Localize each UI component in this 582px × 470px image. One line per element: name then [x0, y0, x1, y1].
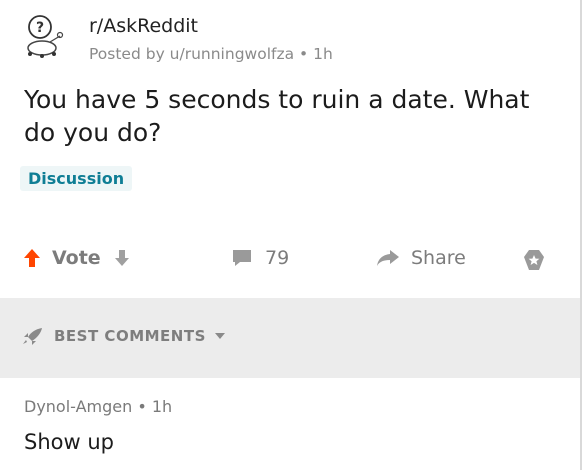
share-button[interactable]: Share: [375, 247, 466, 269]
upvote-arrow-icon[interactable]: [22, 247, 42, 269]
chevron-down-icon: [214, 332, 226, 340]
post-card: ? r/AskReddit Posted by u/runningwolfza …: [0, 0, 582, 298]
rocket-icon: [22, 327, 44, 345]
share-label: Share: [411, 247, 466, 269]
askreddit-mascot-icon[interactable]: ?: [20, 14, 64, 60]
downvote-arrow-icon[interactable]: [113, 248, 131, 268]
comment-sort-dropdown[interactable]: BEST COMMENTS: [22, 327, 226, 345]
comments-button[interactable]: 79: [231, 247, 289, 269]
comment-sort-label: BEST COMMENTS: [54, 327, 206, 345]
comment-meta[interactable]: Dynol-Amgen • 1h: [24, 397, 172, 416]
award-icon: [523, 249, 545, 271]
share-arrow-icon: [375, 248, 401, 268]
vote-label: Vote: [52, 247, 101, 269]
post-flair[interactable]: Discussion: [20, 166, 133, 191]
post-title[interactable]: You have 5 seconds to ruin a date. What …: [24, 83, 564, 149]
award-button[interactable]: [523, 249, 545, 271]
post-meta: Posted by u/runningwolfza • 1h: [89, 45, 333, 63]
vote-group: Vote: [22, 247, 131, 269]
post-actions-bar: Vote 79 Share: [0, 238, 582, 284]
subreddit-name[interactable]: r/AskReddit: [89, 15, 198, 37]
svg-text:?: ?: [36, 20, 44, 36]
comment-bubble-icon: [231, 248, 253, 268]
comment-body: Show up: [24, 430, 114, 454]
comments-count: 79: [265, 247, 290, 269]
